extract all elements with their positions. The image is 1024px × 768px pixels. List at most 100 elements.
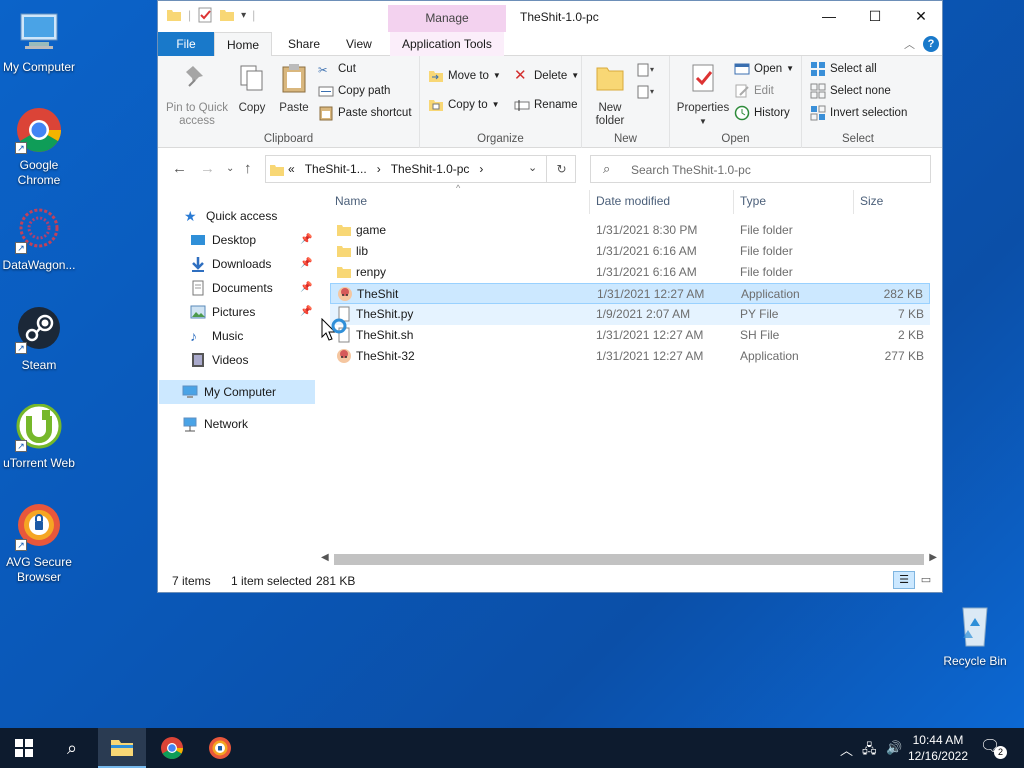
pictures-icon: [190, 305, 206, 319]
open-icon: [734, 63, 750, 75]
nav-music[interactable]: ♪ Music: [190, 325, 243, 347]
datawagon-icon: ↗: [15, 206, 63, 254]
paste-shortcut-button[interactable]: Paste shortcut: [318, 103, 412, 123]
nav-downloads[interactable]: Downloads: [190, 253, 271, 275]
desktop-icon-avg[interactable]: ↗ AVG Secure Browser: [0, 503, 78, 585]
properties-button[interactable]: Properties ▼: [674, 62, 732, 128]
desktop-icon-steam[interactable]: ↗ Steam: [0, 306, 78, 373]
minimize-button[interactable]: —: [806, 1, 852, 32]
windows-logo-icon: [15, 739, 33, 757]
avg-browser-icon: ↗: [15, 503, 63, 551]
select-none-button[interactable]: Select none: [810, 81, 891, 101]
desktop-folder-icon: [191, 235, 205, 245]
navigation-pane: ★ Quick access Desktop 📌 Downloads 📌 Doc…: [158, 0, 318, 593]
shortcut-arrow-icon: ↗: [15, 242, 27, 254]
easy-access-icon[interactable]: ▾: [636, 84, 658, 102]
desktop-icon-utorrent[interactable]: ↗ uTorrent Web: [0, 403, 78, 471]
breadcrumb-item[interactable]: TheShit-1.0-pc: [391, 162, 470, 176]
desktop-icon-my-computer[interactable]: My Computer: [0, 8, 78, 75]
recycle-bin-icon: [951, 602, 999, 650]
nav-documents[interactable]: Documents: [190, 277, 273, 299]
pin-icon: 📌: [300, 282, 313, 293]
dropdown-arrow-icon: ▼: [492, 71, 501, 80]
history-button[interactable]: History: [734, 103, 790, 123]
select-all-icon: [811, 62, 825, 76]
copy-path-button[interactable]: Copy path: [318, 81, 390, 101]
dropdown-arrow-icon: ▼: [571, 71, 580, 80]
open-button[interactable]: Open ▼: [734, 59, 794, 79]
network-icon: [183, 417, 197, 432]
properties-icon: [692, 64, 714, 92]
taskbar-chrome[interactable]: [148, 728, 196, 768]
nav-pictures[interactable]: Pictures: [190, 301, 255, 323]
cut-button[interactable]: ✂ Cut: [318, 59, 356, 79]
dropdown-arrow-icon: ▼: [699, 117, 707, 126]
edit-button[interactable]: Edit: [734, 81, 774, 101]
desktop-icon-recycle-bin[interactable]: Recycle Bin: [936, 602, 1014, 669]
refresh-icon: ↻: [556, 162, 567, 176]
pin-icon: 📌: [300, 234, 313, 245]
shortcut-arrow-icon: ↗: [15, 539, 27, 551]
start-button[interactable]: [0, 728, 48, 768]
select-all-button[interactable]: Select all: [810, 59, 877, 79]
notification-count-badge: 2: [994, 746, 1007, 759]
group-select: Select all Select none Invert selection …: [802, 56, 914, 148]
select-none-icon: [810, 83, 826, 99]
new-folder-button[interactable]: New folder: [590, 62, 630, 128]
clock[interactable]: 10:44 AM 12/16/2022: [908, 732, 968, 764]
show-hidden-icons-icon[interactable]: ︿: [840, 740, 853, 759]
taskbar-file-explorer[interactable]: [98, 728, 146, 768]
pin-icon: 📌: [300, 306, 313, 317]
help-icon[interactable]: ?: [923, 36, 939, 52]
network-tray-icon[interactable]: 🖧: [862, 740, 877, 762]
manage-context-tab[interactable]: Manage: [388, 5, 506, 32]
search-icon: ⌕: [603, 161, 611, 176]
delete-x-icon: ✕: [514, 67, 527, 84]
svg-text:▾: ▾: [650, 65, 654, 74]
video-icon: [192, 353, 204, 367]
search-icon: ⌕: [66, 737, 78, 758]
move-to-button[interactable]: Move to ▼: [428, 66, 501, 86]
desktop-icon-chrome[interactable]: ↗ Google Chrome: [0, 106, 78, 188]
delete-button[interactable]: ✕ Delete ▼: [514, 66, 579, 86]
chrome-icon: ↗: [15, 106, 63, 154]
rename-button[interactable]: Rename: [514, 95, 577, 115]
tab-view[interactable]: View: [334, 32, 384, 56]
search-input[interactable]: ⌕ Search TheShit-1.0-pc: [590, 155, 931, 183]
refresh-button[interactable]: ↻: [546, 155, 576, 183]
nav-videos[interactable]: Videos: [190, 349, 248, 371]
music-note-icon: ♪: [190, 328, 197, 344]
address-dropdown-icon[interactable]: ⌄: [528, 161, 537, 174]
tab-application-tools[interactable]: Application Tools: [390, 32, 504, 56]
move-to-icon: [429, 71, 443, 82]
taskbar-avg-browser[interactable]: [196, 728, 244, 768]
maximize-button[interactable]: ☐: [852, 1, 898, 32]
window-title: TheShit-1.0-pc: [520, 10, 599, 24]
search-button[interactable]: ⌕: [48, 728, 96, 768]
history-icon: [734, 105, 750, 121]
copy-to-button[interactable]: Copy to ▼: [428, 95, 500, 115]
shortcut-arrow-icon: ↗: [15, 440, 27, 452]
utorrent-icon: ↗: [15, 403, 63, 452]
volume-icon[interactable]: 🔊: [886, 740, 902, 756]
collapse-ribbon-icon[interactable]: ︿: [904, 36, 915, 52]
breadcrumb-separator[interactable]: ›: [479, 162, 483, 176]
nav-my-computer[interactable]: My Computer: [182, 381, 276, 403]
avg-browser-icon: [209, 737, 231, 759]
breadcrumb-separator[interactable]: ›: [377, 162, 381, 176]
action-center-button[interactable]: 🗨 2: [980, 736, 1007, 760]
shortcut-arrow-icon: ↗: [15, 142, 27, 154]
nav-network[interactable]: Network: [182, 413, 248, 435]
new-folder-icon: [596, 67, 624, 91]
nav-desktop[interactable]: Desktop: [190, 229, 256, 251]
paste-shortcut-icon: [319, 106, 333, 121]
dropdown-arrow-icon: ▼: [786, 64, 795, 73]
star-icon: ★: [184, 208, 197, 224]
desktop-icon-datawagon[interactable]: ↗ DataWagon...: [0, 206, 78, 273]
nav-quick-access[interactable]: ★ Quick access: [184, 205, 277, 227]
new-item-icon[interactable]: ▾: [636, 62, 658, 80]
copy-to-icon: [429, 100, 443, 111]
clock-date: 12/16/2022: [907, 749, 968, 763]
close-button[interactable]: ✕: [898, 1, 944, 32]
invert-selection-button[interactable]: Invert selection: [810, 103, 907, 123]
